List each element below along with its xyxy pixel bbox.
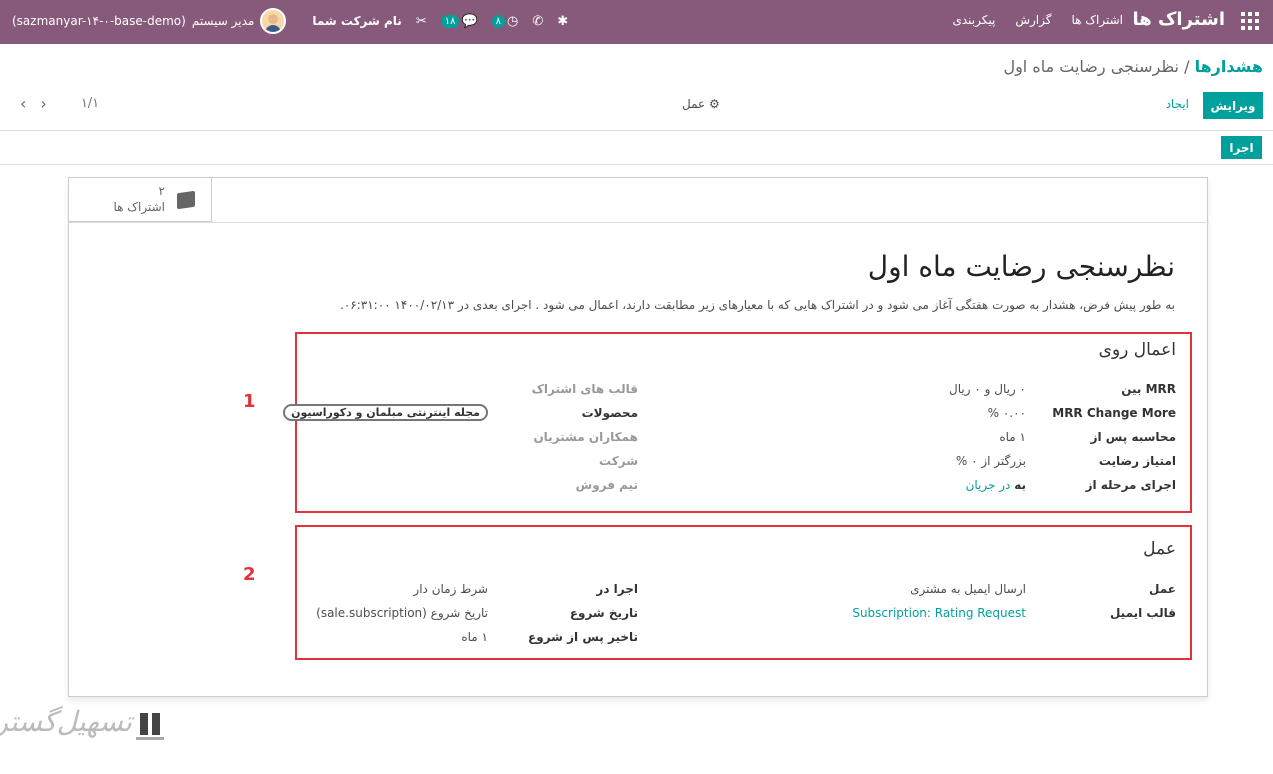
menu-subscriptions[interactable]: اشتراک ها — [1071, 13, 1123, 27]
stage-to: به — [1014, 478, 1026, 492]
rating-label: امتیاز رضایت — [1098, 454, 1176, 468]
action-menu[interactable]: ⚙ عمل — [682, 97, 720, 111]
mrr-change-value[interactable]: ۰.۰۰ % — [988, 406, 1026, 420]
compute-after-value[interactable]: ۱ ماه — [999, 430, 1026, 444]
company-label: شرکت — [599, 454, 638, 468]
divider — [0, 130, 1273, 131]
start-date-value[interactable]: تاریخ شروع (sale.subscription) — [316, 606, 488, 620]
run-button[interactable]: اجرا — [1221, 136, 1262, 159]
company-name: نام شرکت شما — [312, 14, 402, 28]
db-name: (sazmanyar-۱۴-۰-base-demo) — [12, 14, 186, 28]
partners-label: همکاران مشتریان — [533, 430, 638, 444]
action-label: عمل — [1149, 582, 1176, 596]
stage-label: اجرای مرحله از — [1085, 478, 1176, 492]
breadcrumb-separator: / — [1184, 57, 1190, 76]
systray: (sazmanyar-۱۴-۰-base-demo) مدیر سیستم نا… — [12, 8, 582, 34]
breadcrumb-current: نظرسنجی رضایت ماه اول — [1003, 57, 1179, 76]
smart-button-label: اشتراک ها — [113, 200, 165, 214]
chat-icon: 💬 — [461, 13, 478, 29]
menu-configuration[interactable]: پیکربندی — [952, 13, 995, 27]
mrr-between-value[interactable]: ۰ ریال و ۰ ریال — [949, 382, 1026, 396]
clock-icon: ◷ — [507, 13, 519, 29]
action-label: عمل — [682, 97, 706, 111]
stage-field[interactable]: به در جریان — [966, 478, 1026, 492]
book-icon — [177, 190, 195, 210]
messages-badge: ۱۸ — [440, 14, 460, 28]
products-label: محصولات — [581, 406, 638, 420]
templates-label: قالب های اشتراک — [531, 382, 638, 396]
breadcrumb: هشدارها / نظرسنجی رضایت ماه اول — [1003, 57, 1263, 76]
smart-button-count: ۲ — [158, 184, 165, 198]
chevron-right-icon[interactable]: › — [40, 94, 46, 113]
mrr-between-label: MRR بین — [1121, 382, 1176, 396]
tools-icon[interactable]: ✂ — [416, 14, 427, 29]
stage-value[interactable]: در جریان — [966, 478, 1011, 492]
create-button[interactable]: ایجاد — [1166, 97, 1189, 111]
company-switcher[interactable]: نام شرکت شما — [312, 14, 401, 28]
avatar — [260, 8, 287, 34]
app-brand[interactable]: اشتراک ها — [1132, 9, 1225, 30]
divider — [69, 222, 1209, 223]
annotation-marker-2: 2 — [243, 564, 256, 585]
activity-menu[interactable]: ۸ ◷ — [491, 13, 519, 29]
subscriptions-smart-button[interactable]: ۲ اشتراک ها — [69, 178, 212, 222]
watermark-text: تسهیل‌گستر — [0, 705, 132, 738]
gear-icon: ⚙ — [709, 97, 720, 111]
form-description: به طور پیش فرض، هشدار به صورت هفتگی آغاز… — [340, 298, 1175, 312]
form-sheet: ۲ اشتراک ها نظرسنجی رضایت ماه اول به طور… — [68, 177, 1209, 697]
run-on-label: اجرا در — [596, 582, 638, 596]
compute-after-label: محاسبه پس از — [1090, 430, 1176, 444]
breadcrumb-parent[interactable]: هشدارها — [1195, 57, 1263, 76]
activities-badge: ۸ — [491, 14, 506, 28]
email-template-label: قالب ایمیل — [1109, 606, 1176, 620]
product-tag[interactable]: مجله اینترنتی مبلمان و دکوراسیون — [283, 404, 488, 421]
main-menu: اشتراک ها گزارش پیکربندی — [932, 13, 1123, 27]
bug-icon[interactable]: ✱ — [557, 14, 568, 29]
delay-value[interactable]: ۱ ماه — [461, 630, 488, 644]
pager: ‹ › ۱/۱ — [20, 94, 99, 113]
page-title: نظرسنجی رضایت ماه اول — [867, 250, 1175, 283]
chevron-left-icon[interactable]: ‹ — [20, 94, 26, 113]
watermark-logo — [136, 707, 166, 743]
delay-label: تاخیر پس از شروع — [528, 630, 638, 644]
user-name: مدیر سیستم — [191, 14, 255, 28]
pager-value[interactable]: ۱/۱ — [81, 96, 99, 111]
sales-team-label: تیم فروش — [575, 478, 638, 492]
apply-on-group: اعمال روی MRR بین ۰ ریال و ۰ ریال MRR Ch… — [283, 332, 1192, 513]
annotation-marker-1: 1 — [243, 391, 256, 412]
watermark: تسهیل‌گستر — [0, 705, 170, 750]
apps-menu-icon[interactable] — [1241, 12, 1259, 30]
action-value[interactable]: ارسال ایمیل به مشتری — [910, 582, 1026, 596]
action-group: عمل عمل ارسال ایمیل به مشتری قالب ایمیل … — [295, 525, 1192, 660]
action-title: عمل — [1143, 539, 1176, 559]
user-menu[interactable]: (sazmanyar-۱۴-۰-base-demo) مدیر سیستم — [12, 8, 287, 34]
top-navbar: اشتراک ها اشتراک ها گزارش پیکربندی (sazm… — [0, 0, 1273, 44]
edit-button[interactable]: ویرایش — [1203, 92, 1263, 119]
mrr-change-label: MRR Change More — [1052, 406, 1176, 420]
email-template-value[interactable]: Subscription: Rating Request — [852, 606, 1026, 620]
messaging-menu[interactable]: ۱۸ 💬 — [440, 13, 478, 29]
rating-value[interactable]: بزرگتر از ۰ % — [956, 454, 1026, 468]
divider — [0, 164, 1273, 165]
apply-on-title: اعمال روی — [1098, 340, 1176, 360]
phone-icon[interactable]: ✆ — [532, 14, 543, 29]
run-on-value[interactable]: شرط زمان دار — [413, 582, 488, 596]
menu-reporting[interactable]: گزارش — [1015, 13, 1051, 27]
start-date-label: تاریخ شروع — [569, 606, 638, 620]
